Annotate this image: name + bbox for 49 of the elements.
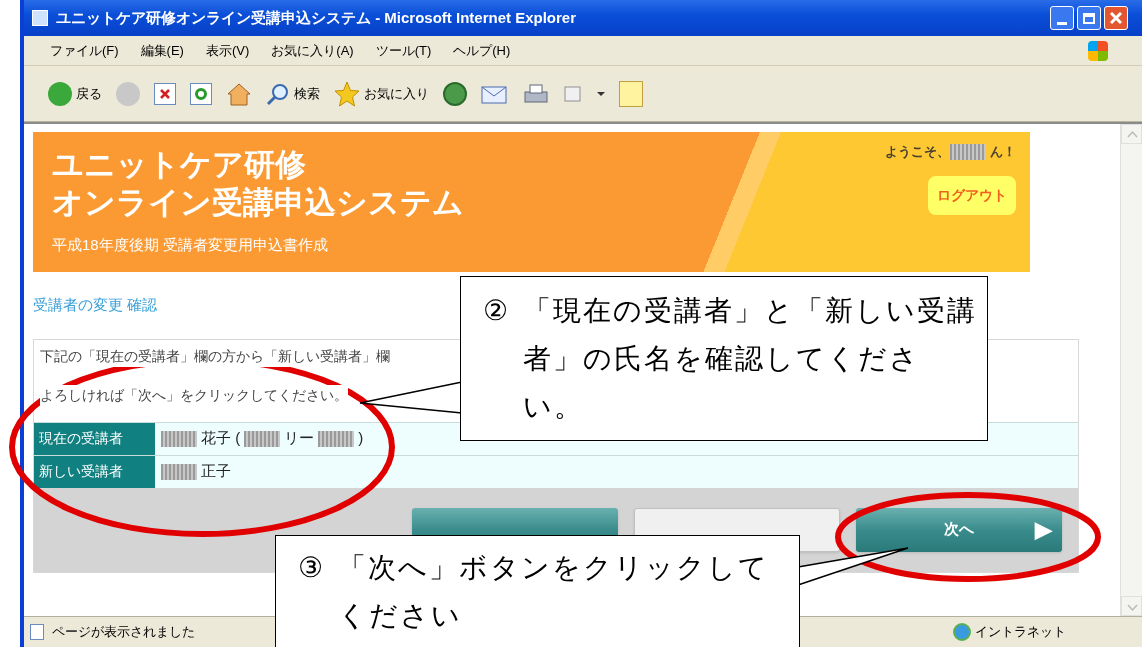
minimize-button[interactable] xyxy=(1050,6,1074,30)
banner-subtitle: 平成18年度後期 受講者変更用申込書作成 xyxy=(52,235,329,255)
note-icon[interactable] xyxy=(619,80,643,107)
banner-title: オンライン受講申込システム xyxy=(52,184,464,222)
row-label: 現在の受講者 xyxy=(34,422,155,455)
search-icon[interactable] xyxy=(266,81,290,106)
status-text: ページが表示されました xyxy=(52,623,195,642)
row-value: 花子 ( xyxy=(201,428,241,449)
callout-tooltip: ③ 「次へ」ボタンをクリックしてください xyxy=(275,535,800,647)
home-icon[interactable] xyxy=(226,81,252,106)
app-icon xyxy=(32,10,48,26)
next-button[interactable]: 次へ ▶ xyxy=(856,507,1062,552)
row-value: リー xyxy=(284,428,315,449)
page-heading: 受講者の変更 確認 xyxy=(33,295,158,315)
menu-item[interactable]: ファイル(F) xyxy=(50,40,119,61)
close-icon xyxy=(1110,12,1122,24)
maximize-button[interactable] xyxy=(1077,6,1101,30)
redacted-text xyxy=(318,430,355,447)
dropdown-icon[interactable] xyxy=(597,91,605,96)
redacted-text xyxy=(950,143,986,160)
banner-title: ユニットケア研修 xyxy=(52,146,307,184)
windows-logo-icon xyxy=(1088,40,1108,61)
window-title: ユニットケア研修オンライン受講申込システム - Microsoft Internet Explorer xyxy=(56,7,577,28)
printer-icon[interactable] xyxy=(523,81,549,106)
redacted-text xyxy=(161,463,197,480)
close-button[interactable] xyxy=(1104,6,1128,30)
instruction-text: よろしければ「次へ」をクリックしてください。 xyxy=(40,384,348,406)
row-label: 新しい受講者 xyxy=(34,455,155,488)
redacted-text xyxy=(161,430,197,447)
callout-tooltip: ② 「現在の受講者」と「新しい受講者」の氏名を確認してください。 xyxy=(460,276,988,441)
refresh-icon[interactable] xyxy=(190,82,212,105)
star-icon[interactable] xyxy=(334,80,360,107)
welcome-suffix: ん！ xyxy=(990,143,1016,161)
row-value: ) xyxy=(358,428,364,449)
menu-item[interactable]: お気に入り(A) xyxy=(271,40,354,61)
menu-item[interactable]: 編集(E) xyxy=(140,40,184,61)
page-icon xyxy=(30,624,44,640)
menu-item[interactable]: ヘルプ(H) xyxy=(453,40,511,61)
menu-item[interactable]: 表示(V) xyxy=(205,40,250,61)
search-button[interactable]: 検索 xyxy=(294,83,320,104)
welcome-text: ようこそ、 xyxy=(885,143,950,161)
back-button[interactable]: 戻る xyxy=(76,83,102,104)
zone-text: イントラネット xyxy=(975,623,1066,642)
network-icon xyxy=(953,623,971,641)
stop-icon[interactable] xyxy=(154,82,176,105)
menu-item[interactable]: ツール(T) xyxy=(375,40,432,61)
favorites-button[interactable]: お気に入り xyxy=(364,83,429,104)
row-value: 正子 xyxy=(201,461,231,482)
redacted-text xyxy=(244,430,281,447)
